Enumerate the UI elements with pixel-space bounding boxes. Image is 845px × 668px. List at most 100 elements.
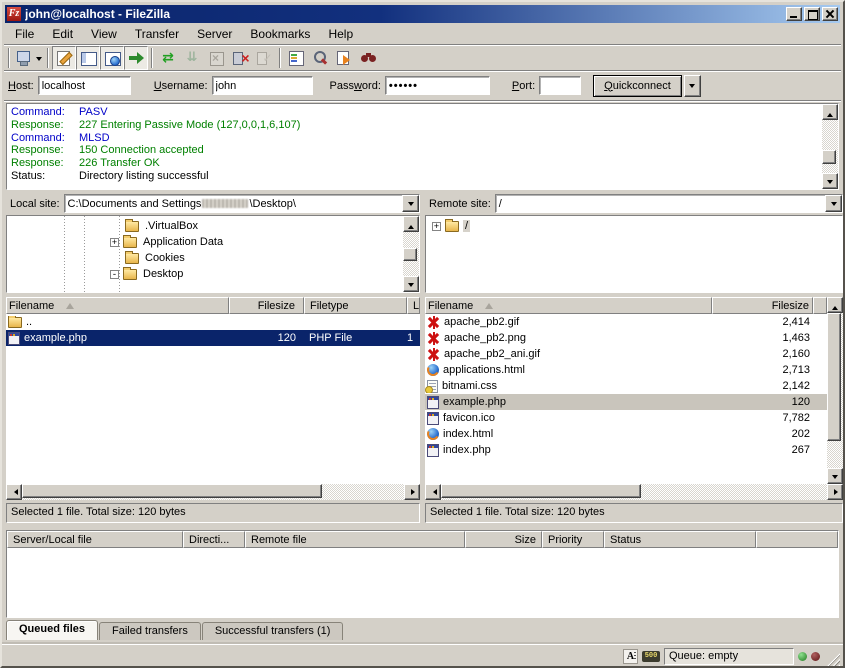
combo-dropdown-icon[interactable] — [825, 195, 842, 212]
resize-grip[interactable] — [826, 653, 840, 667]
file-row-example-php[interactable]: example.php120 — [425, 394, 827, 410]
close-button[interactable] — [822, 7, 838, 21]
queue-column-remote-file[interactable]: Remote file — [245, 531, 465, 548]
tree-expander-icon[interactable]: + — [432, 222, 441, 231]
file-row-[interactable]: .. — [6, 314, 420, 330]
remote-hscrollbar[interactable] — [425, 484, 843, 500]
scroll-left-icon[interactable] — [6, 484, 22, 500]
file-row-applications-html[interactable]: applications.html2,713 — [425, 362, 827, 378]
file-row-index-html[interactable]: index.html202 — [425, 426, 827, 442]
tab-queued-files[interactable]: Queued files — [6, 620, 98, 640]
quickconnect-button[interactable]: Quickconnect — [593, 75, 682, 97]
filename-text: example.php — [24, 332, 87, 344]
menu-view[interactable]: View — [82, 25, 126, 43]
password-input[interactable] — [385, 76, 490, 95]
remote-site-combobox[interactable]: / — [495, 194, 843, 213]
column-header-lastmodified[interactable]: L — [407, 297, 420, 314]
filter-button[interactable] — [284, 46, 308, 70]
filesize-cell: 1,463 — [712, 332, 813, 344]
toggle-remote-tree-button[interactable] — [100, 46, 124, 70]
log-scrollbar[interactable] — [822, 104, 838, 189]
quickconnect-dropdown-icon[interactable] — [684, 75, 701, 97]
toggle-local-tree-button[interactable] — [76, 46, 100, 70]
local-hscrollbar[interactable] — [6, 484, 420, 500]
queue-column-filler — [756, 531, 838, 548]
process-queue-icon — [184, 50, 201, 66]
scroll-up-icon[interactable] — [827, 297, 843, 313]
tab-successful-transfers-1[interactable]: Successful transfers (1) — [202, 622, 344, 640]
scrollbar-thumb[interactable] — [403, 248, 417, 261]
log-line-type: Command: — [11, 106, 79, 119]
port-input[interactable] — [539, 76, 581, 95]
column-header-filesize[interactable]: Filesize — [712, 297, 813, 314]
scrollbar-thumb[interactable] — [22, 484, 322, 498]
queue-column-priority[interactable]: Priority — [542, 531, 604, 548]
file-row-apache-pb2-ani-gif[interactable]: apache_pb2_ani.gif2,160 — [425, 346, 827, 362]
menu-edit[interactable]: Edit — [43, 25, 82, 43]
tree-item-label: Cookies — [143, 252, 187, 264]
file-row-apache-pb2-gif[interactable]: apache_pb2.gif2,414 — [425, 314, 827, 330]
scroll-up-icon[interactable] — [403, 216, 419, 232]
synchronized-browsing-button[interactable] — [332, 46, 356, 70]
scroll-left-icon[interactable] — [425, 484, 441, 500]
menu-transfer[interactable]: Transfer — [126, 25, 188, 43]
queue-column-size[interactable]: Size — [465, 531, 542, 548]
username-input[interactable] — [212, 76, 313, 95]
scrollbar-thumb[interactable] — [822, 150, 836, 164]
column-header-filesize[interactable]: Filesize — [229, 297, 304, 314]
file-row-bitnami-css[interactable]: bitnami.css2,142 — [425, 378, 827, 394]
refresh-button[interactable] — [156, 46, 180, 70]
local-tree-scrollbar[interactable] — [403, 216, 419, 292]
tree-expander-icon[interactable]: + — [110, 238, 119, 247]
file-row-favicon-ico[interactable]: favicon.ico7,782 — [425, 410, 827, 426]
maximize-button[interactable] — [804, 7, 820, 21]
log-line-type: Response: — [11, 119, 79, 132]
local-site-combobox[interactable]: C:\Documents and Settings\Desktop\ — [64, 194, 420, 213]
menu-help[interactable]: Help — [319, 25, 362, 43]
combo-dropdown-icon[interactable] — [402, 195, 419, 212]
filename-text: example.php — [443, 396, 506, 408]
queue-column-server-local-file[interactable]: Server/Local file — [7, 531, 183, 548]
menu-server[interactable]: Server — [188, 25, 241, 43]
column-header-filename[interactable]: Filename — [6, 297, 229, 314]
queue-column-directi[interactable]: Directi... — [183, 531, 245, 548]
quickconnect-bar: Host:Username:Password:Port:Quickconnect — [8, 72, 701, 99]
menu-file[interactable]: File — [6, 25, 43, 43]
disconnect-button[interactable] — [228, 46, 252, 70]
tree-item-[interactable]: +/ — [426, 218, 842, 234]
toggle-message-log-button[interactable] — [52, 46, 76, 70]
scroll-right-icon[interactable] — [827, 484, 843, 500]
tree-item-cookies[interactable]: Cookies — [7, 250, 403, 266]
column-header-filename[interactable]: Filename — [425, 297, 712, 314]
scroll-down-icon[interactable] — [827, 468, 843, 484]
scroll-right-icon[interactable] — [404, 484, 420, 500]
image-icon — [427, 332, 440, 345]
tree-item-desktop[interactable]: -Desktop — [7, 266, 403, 282]
scroll-down-icon[interactable] — [403, 276, 419, 292]
tab-failed-transfers[interactable]: Failed transfers — [99, 622, 201, 640]
find-files-button[interactable] — [356, 46, 380, 70]
scroll-down-icon[interactable] — [822, 173, 838, 189]
reconnect-icon — [256, 50, 273, 66]
minimize-button[interactable] — [786, 7, 802, 21]
scrollbar-thumb[interactable] — [827, 313, 841, 441]
remote-list-scrollbar[interactable] — [827, 297, 843, 484]
queue-column-status[interactable]: Status — [604, 531, 756, 548]
column-header-filetype[interactable]: Filetype — [304, 297, 407, 314]
tree-item-application-data[interactable]: +Application Data — [7, 234, 403, 250]
tree-expander-icon[interactable]: - — [110, 270, 119, 279]
scroll-up-icon[interactable] — [822, 104, 838, 120]
file-row-index-php[interactable]: index.php267 — [425, 442, 827, 458]
file-row-example-php[interactable]: example.php120PHP File1 — [6, 330, 420, 346]
toggle-transfer-queue-button[interactable] — [124, 46, 148, 70]
file-row-apache-pb2-png[interactable]: apache_pb2.png1,463 — [425, 330, 827, 346]
dropdown-arrow-icon[interactable] — [36, 57, 42, 64]
host-input[interactable] — [38, 76, 131, 95]
directory-comparison-button[interactable] — [308, 46, 332, 70]
tree-item-virtualbox[interactable]: .VirtualBox — [7, 218, 403, 234]
scrollbar-thumb[interactable] — [441, 484, 641, 498]
local-file-list: ..example.php120PHP File1 — [6, 314, 420, 484]
menu-bookmarks[interactable]: Bookmarks — [241, 25, 319, 43]
site-manager-button[interactable] — [13, 46, 44, 70]
port-label: Port: — [512, 80, 535, 92]
